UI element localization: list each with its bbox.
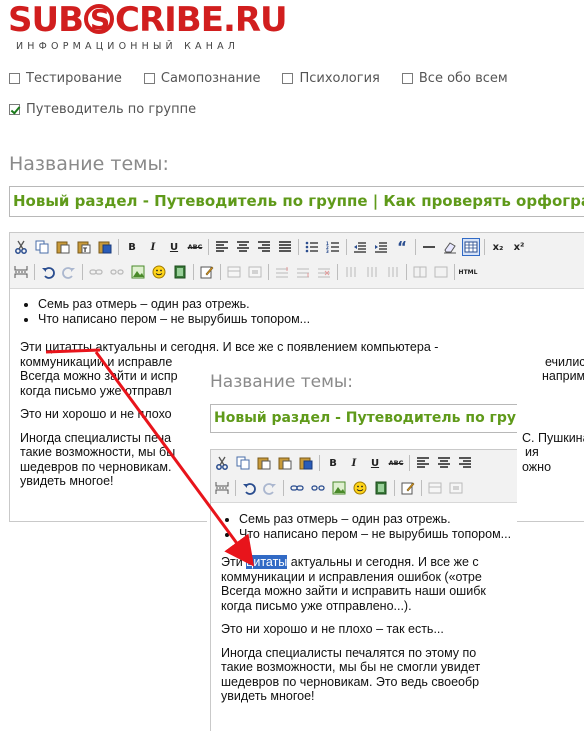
annotation-arrow — [45, 348, 255, 567]
annotation-arrow-line — [94, 351, 255, 567]
annotation-underline — [45, 348, 101, 354]
